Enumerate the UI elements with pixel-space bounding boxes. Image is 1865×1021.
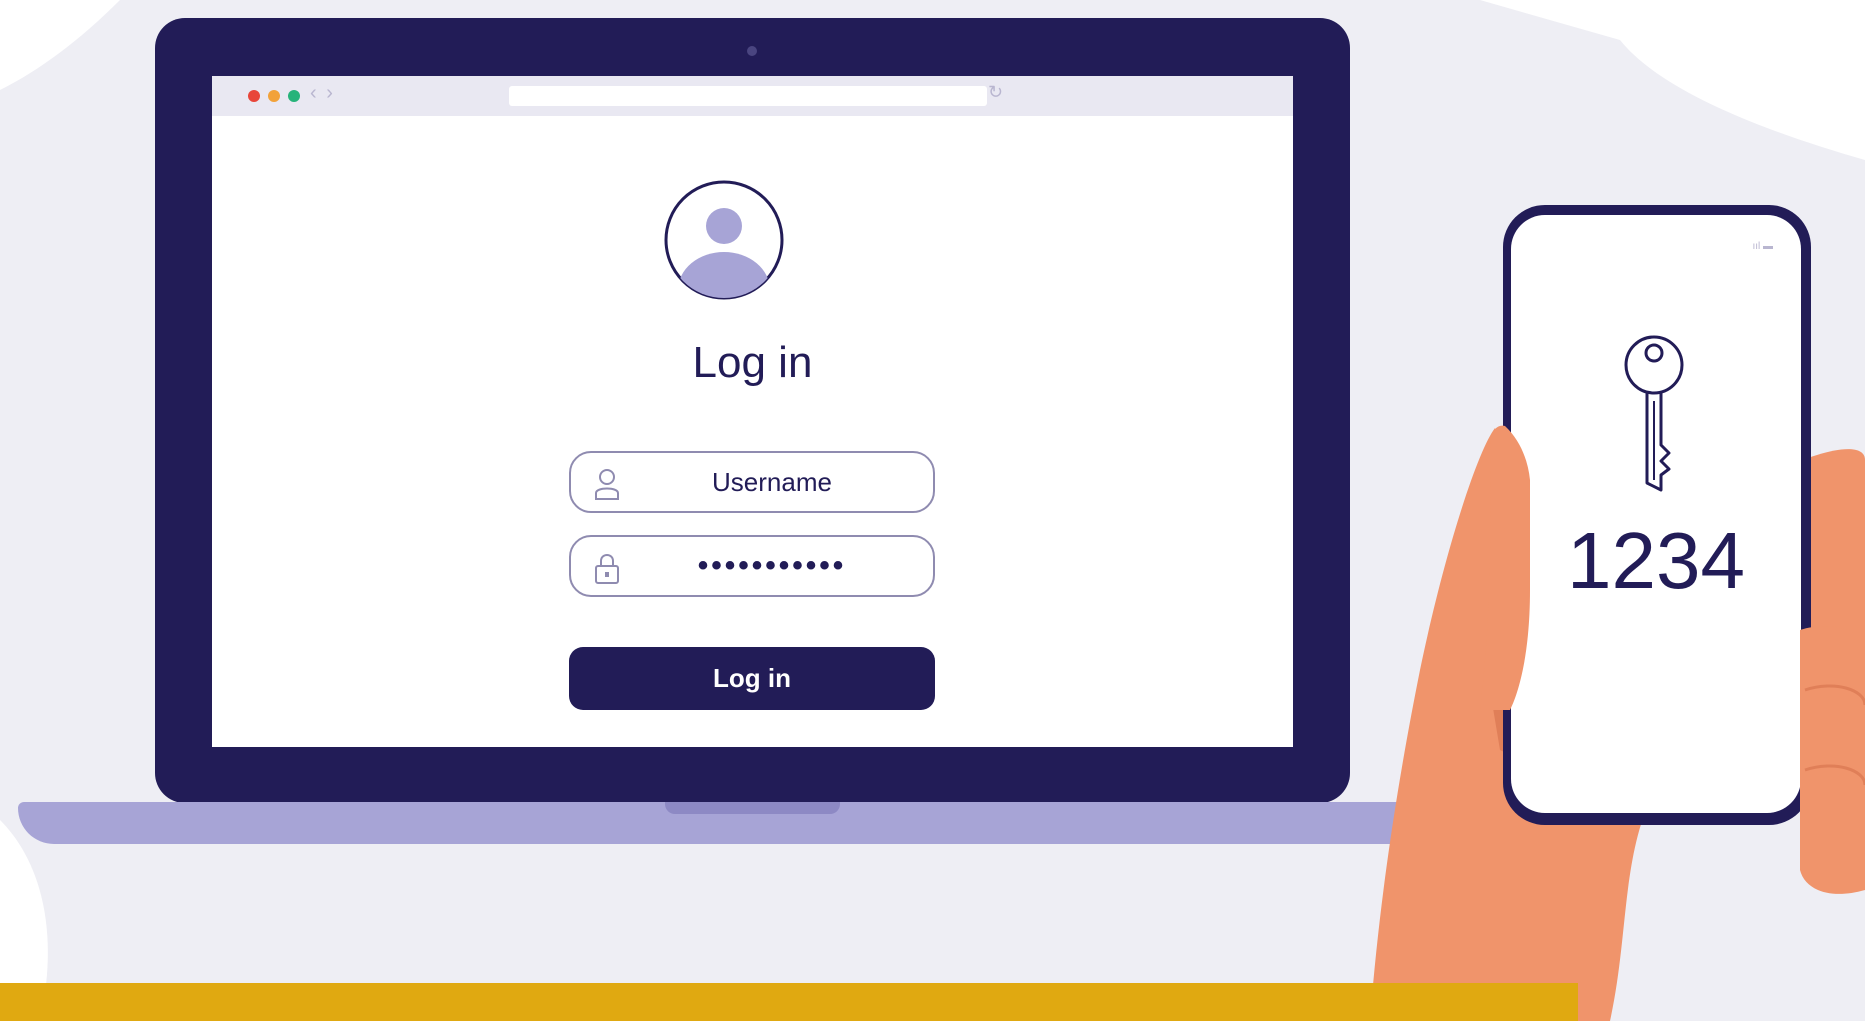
lock-outline-icon [595,554,619,584]
laptop-camera [747,46,757,56]
laptop: ‹ › ↻ Log in Username ••••••••••• Log in [155,18,1350,803]
phone-status-bar: ııl ▬ [1752,241,1773,252]
password-field[interactable]: ••••••••••• [569,535,935,597]
nav-arrows-icon[interactable]: ‹ › [310,82,335,105]
maximize-dot[interactable] [288,90,300,102]
password-value: ••••••••••• [697,549,847,582]
page-title: Log in [692,338,813,387]
bottom-banner [0,983,1578,1021]
username-field[interactable]: Username [569,451,935,513]
phone: ııl ▬ 1234 [1503,205,1811,825]
login-button[interactable]: Log in [569,647,935,710]
close-dot[interactable] [248,90,260,102]
key-icon [1624,335,1684,492]
user-avatar-icon [664,180,784,300]
reload-icon[interactable]: ↻ [988,82,1003,103]
user-outline-icon [595,469,619,500]
minimize-dot[interactable] [268,90,280,102]
otp-code: 1234 [1567,516,1745,605]
browser-toolbar: ‹ › ↻ [212,76,1293,116]
address-bar[interactable] [509,86,987,106]
phone-screen: ııl ▬ 1234 [1511,215,1801,813]
username-value: Username [712,467,832,497]
browser-window: ‹ › ↻ Log in Username ••••••••••• Log in [212,76,1293,747]
laptop-hinge [665,802,840,814]
